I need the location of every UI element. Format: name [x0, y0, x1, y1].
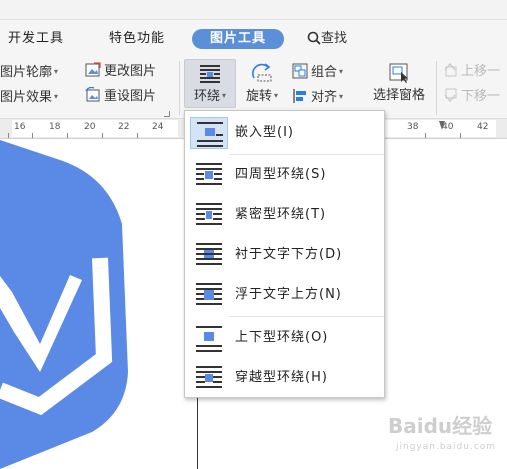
wrap-square-icon [190, 159, 228, 191]
chevron-down-icon: ▾ [54, 67, 59, 76]
wrap-option-tight[interactable]: 紧密型环绕(T) [186, 197, 383, 233]
rotate-icon [252, 63, 272, 82]
ruler-tick [102, 133, 103, 138]
selection-pane-icon [389, 63, 408, 83]
send-backward-label: 下移一 [461, 89, 501, 104]
wrap-option-in-front-of-text[interactable]: 浮于文字上方(N) [186, 277, 383, 313]
menu-divider [229, 316, 384, 317]
change-picture-button[interactable]: 更改图片 [85, 61, 156, 83]
tab-developer-tools[interactable]: 开发工具 [8, 29, 64, 49]
bring-forward-icon [444, 62, 457, 77]
wrap-option-label: 衬于文字下方(D) [235, 247, 343, 262]
ruler-tick [32, 133, 33, 138]
wrap-option-label: 紧密型环绕(T) [235, 207, 327, 222]
wrap-option-inline[interactable]: 嵌入型(I) [186, 115, 383, 151]
wrap-text-menu: 嵌入型(I) 四周型环绕(S) 紧密型环绕(T) 衬于文字下方(D) 浮于文字上… [184, 110, 385, 398]
selected-picture[interactable] [0, 140, 140, 469]
reset-picture-icon [85, 87, 100, 102]
ribbon-group-launcher-icon[interactable] [164, 111, 170, 117]
wrap-text-label: 环绕 [193, 89, 220, 104]
wrap-option-behind-text[interactable]: 衬于文字下方(D) [186, 237, 383, 273]
wrap-option-label: 穿越型环绕(H) [235, 370, 328, 385]
ruler-label: 42 [477, 122, 489, 132]
ruler-label: 16 [14, 122, 26, 132]
send-backward-icon [444, 88, 457, 103]
align-label: 对齐 [311, 90, 338, 105]
menu-divider [229, 154, 384, 155]
ribbon-divider [436, 61, 437, 115]
wrap-top-bottom-icon [190, 322, 228, 354]
ruler-label: 22 [118, 122, 130, 132]
group-label: 组合 [311, 65, 338, 80]
baidu-watermark: Baidu经验 jingyan.baidu.com [388, 410, 503, 452]
watermark-url: jingyan.baidu.com [396, 442, 497, 452]
ruler-label: 38 [407, 122, 419, 132]
top-strip [0, 0, 507, 20]
wrap-behind-text-icon [190, 239, 228, 271]
picture-outline-label: 图片轮廓 [0, 65, 53, 80]
ruler-label: 24 [152, 122, 164, 132]
ribbon-tab-bar: 开发工具 特色功能 图片工具 查找 [0, 20, 507, 57]
reset-picture-button[interactable]: 重设图片 [85, 86, 156, 108]
send-backward-button[interactable]: 下移一 [442, 86, 500, 108]
wrap-option-label: 嵌入型(I) [235, 125, 294, 140]
ruler-label: 20 [84, 122, 96, 132]
tab-special-features[interactable]: 特色功能 [109, 29, 165, 49]
picture-outline-button[interactable]: 图片轮廓 ▾ [0, 61, 58, 83]
selection-pane-button[interactable]: 选择窗格 [366, 59, 432, 108]
reset-picture-label: 重设图片 [104, 89, 157, 104]
wrap-in-front-icon [190, 279, 228, 311]
ruler-label: 18 [49, 122, 61, 132]
wrap-option-label: 上下型环绕(O) [235, 330, 329, 345]
align-icon [293, 89, 306, 103]
rotate-label: 旋转 [245, 89, 272, 104]
ruler-tick [460, 133, 461, 138]
ruler-tick [425, 133, 426, 138]
chevron-down-icon: ▾ [54, 92, 59, 101]
watermark-text: Baidu经验 [388, 414, 493, 438]
chevron-down-icon: ▾ [274, 91, 279, 100]
rotate-button[interactable]: 旋转 ▾ [240, 59, 284, 108]
group-button[interactable]: 组合 ▾ [292, 61, 343, 83]
wrap-inline-icon [190, 117, 228, 149]
picture-effects-button[interactable]: 图片效果 ▾ [0, 86, 58, 108]
wrap-through-icon [190, 362, 228, 394]
wrap-text-icon [200, 65, 220, 83]
search-icon [307, 31, 321, 45]
chevron-down-icon: ▾ [339, 92, 344, 101]
group-icon [292, 63, 308, 79]
wrap-option-label: 浮于文字上方(N) [235, 287, 342, 302]
ruler-tick [137, 133, 138, 138]
search-button[interactable]: 查找 [307, 29, 347, 49]
ribbon-divider [179, 61, 180, 115]
change-picture-icon [85, 62, 101, 77]
ruler-tick [8, 133, 9, 138]
wrap-option-label: 四周型环绕(S) [235, 167, 327, 182]
change-picture-label: 更改图片 [104, 64, 157, 79]
align-button[interactable]: 对齐 ▾ [292, 86, 343, 108]
wrap-tight-icon [190, 199, 228, 231]
wrap-text-button[interactable]: 环绕 ▾ [184, 59, 236, 108]
selection-pane-label: 选择窗格 [372, 88, 425, 103]
wrap-option-through[interactable]: 穿越型环绕(H) [186, 360, 383, 396]
search-label: 查找 [321, 31, 348, 46]
chevron-down-icon: ▾ [339, 67, 344, 76]
chevron-down-icon: ▾ [222, 91, 227, 100]
ruler-tick [67, 133, 68, 138]
picture-effects-label: 图片效果 [0, 90, 53, 105]
wrap-option-square[interactable]: 四周型环绕(S) [186, 157, 383, 193]
bring-forward-button[interactable]: 上移一 [442, 61, 500, 83]
bring-forward-label: 上移一 [461, 64, 501, 79]
tab-picture-tools[interactable]: 图片工具 [192, 29, 285, 49]
wrap-option-top-bottom[interactable]: 上下型环绕(O) [186, 320, 383, 356]
